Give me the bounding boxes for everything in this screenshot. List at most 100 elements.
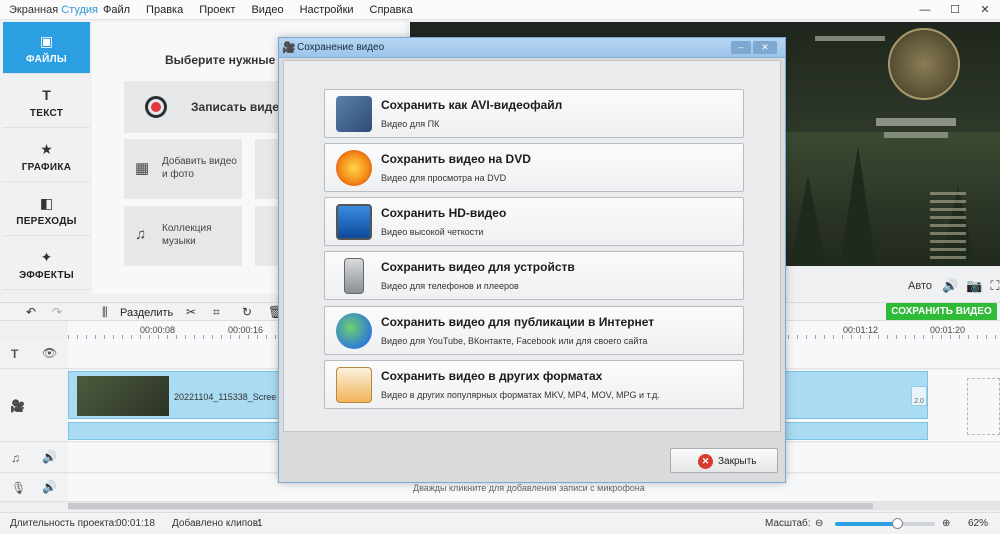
- rotate-icon[interactable]: ↻: [242, 305, 252, 319]
- clip-thumbnail: [77, 376, 169, 416]
- duration-label: Длительность проекта:: [10, 518, 117, 529]
- tab-graphics[interactable]: ★ ГРАФИКА: [3, 130, 90, 182]
- zoom-slider[interactable]: [835, 518, 935, 529]
- option-title: Сохранить видео для устройств: [381, 260, 575, 274]
- save-dvd-option[interactable]: Сохранить видео на DVD Видео для просмот…: [324, 143, 744, 192]
- tab-effects[interactable]: ✦ ЭФФЕКТЫ: [3, 238, 90, 290]
- close-x-icon: ✕: [698, 454, 713, 469]
- dialog-close-icon[interactable]: ✕: [753, 41, 777, 54]
- zoom-in-icon[interactable]: ⊕: [942, 518, 950, 529]
- save-hd-option[interactable]: Сохранить HD-видео Видео высокой четкост…: [324, 197, 744, 246]
- globe-icon: [336, 313, 372, 349]
- clips-label: Добавлено клипов:: [172, 518, 261, 529]
- save-avi-option[interactable]: Сохранить как AVI-видеофайл Видео для ПК: [324, 89, 744, 138]
- close-window-button[interactable]: ✕: [970, 0, 1000, 20]
- magic-wand-icon: ✦: [40, 249, 53, 265]
- camera-icon[interactable]: 📷: [966, 278, 982, 294]
- music-track-header: ♫ 🔊: [0, 443, 68, 473]
- split-icon[interactable]: ⫼: [102, 305, 108, 320]
- save-devices-option[interactable]: Сохранить видео для устройств Видео для …: [324, 251, 744, 300]
- undo-icon[interactable]: ↶: [26, 305, 36, 319]
- clip-drop-zone[interactable]: [967, 378, 1000, 435]
- zoom-slider-knob[interactable]: [892, 518, 903, 529]
- dialog-body: Сохранить как AVI-видеофайл Видео для ПК…: [283, 60, 781, 432]
- crop-icon[interactable]: ⌗: [213, 305, 220, 320]
- app-title: Экранная Студия: [9, 4, 98, 16]
- tab-files-label: ФАЙЛЫ: [25, 54, 67, 65]
- add-video-photo-button[interactable]: ▦ Добавить видео и фото: [124, 139, 242, 199]
- music-collection-label: Коллекция музыки: [162, 223, 212, 247]
- option-title: Сохранить как AVI-видеофайл: [381, 98, 563, 112]
- zoom-out-icon[interactable]: ⊖: [815, 518, 823, 529]
- tab-transitions-label: ПЕРЕХОДЫ: [16, 216, 77, 227]
- game-hud-text: [815, 36, 885, 41]
- clips-value: 1: [257, 518, 263, 529]
- dvd-disc-icon: [336, 150, 372, 186]
- quality-auto-label[interactable]: Авто: [908, 280, 932, 292]
- option-subtitle: Видео для телефонов и плееров: [381, 281, 519, 291]
- split-button[interactable]: Разделить: [120, 307, 173, 319]
- video-camera-icon: 🎥: [10, 399, 25, 413]
- text-track-icon: T: [11, 347, 19, 361]
- tab-files[interactable]: ▣ ФАЙЛЫ: [3, 22, 90, 74]
- save-other-formats-option[interactable]: Сохранить видео в других форматах Видео …: [324, 360, 744, 409]
- dialog-title: Сохранение видео: [297, 42, 385, 53]
- menu-item-help[interactable]: Справка: [370, 4, 413, 16]
- star-icon: ★: [40, 141, 53, 157]
- fullscreen-icon[interactable]: ⛶: [990, 278, 999, 294]
- eye-icon[interactable]: 👁: [42, 346, 57, 360]
- film-icon: ▦: [135, 160, 150, 177]
- preview-tree: [840, 146, 876, 266]
- ruler-tick: 00:00:16: [228, 325, 264, 335]
- scale-label: Масштаб:: [765, 518, 811, 529]
- menu-item-file[interactable]: Файл: [103, 4, 130, 16]
- dialog-title-bar: 🎥 Сохранение видео – ✕: [279, 38, 785, 58]
- image-icon: ▣: [39, 33, 54, 49]
- app-title-brand: Студия: [61, 4, 99, 16]
- music-note-icon: ♫: [11, 451, 20, 465]
- option-subtitle: Видео высокой четкости: [381, 227, 484, 237]
- dialog-close-button[interactable]: ✕ Закрыть: [670, 448, 778, 473]
- save-video-button[interactable]: СОХРАНИТЬ ВИДЕО: [886, 303, 997, 320]
- redo-icon[interactable]: ↷: [52, 305, 62, 319]
- option-title: Сохранить видео на DVD: [381, 152, 531, 166]
- clip-end-marker[interactable]: 2.0: [911, 386, 927, 406]
- preview-tree: [790, 176, 826, 266]
- app-title-main: Экранная: [9, 4, 59, 16]
- menu-item-edit[interactable]: Правка: [146, 4, 183, 16]
- tab-text[interactable]: T ТЕКСТ: [3, 76, 90, 128]
- tab-transitions[interactable]: ◧ ПЕРЕХОДЫ: [3, 184, 90, 236]
- menu-item-settings[interactable]: Настройки: [300, 4, 354, 16]
- clip-name: 20221104_115338_Scree: [174, 392, 277, 402]
- status-bar: Длительность проекта: 00:01:18 Добавлено…: [0, 512, 1000, 534]
- dialog-close-label: Закрыть: [718, 456, 757, 467]
- duration-value: 00:01:18: [116, 518, 155, 529]
- option-title: Сохранить видео в других форматах: [381, 369, 603, 383]
- minimize-button[interactable]: —: [910, 0, 940, 20]
- window-controls: — ☐ ✕: [910, 0, 1000, 20]
- volume-icon[interactable]: 🔊: [42, 480, 57, 494]
- game-hud-list: [930, 192, 966, 262]
- microphone-icon: 🎙: [11, 481, 27, 495]
- tab-graphics-label: ГРАФИКА: [21, 162, 72, 173]
- option-title: Сохранить видео для публикации в Интерне…: [381, 315, 655, 329]
- maximize-button[interactable]: ☐: [940, 0, 970, 20]
- panel-heading: Выберите нужные д: [165, 53, 287, 67]
- scissors-icon[interactable]: ✂: [186, 305, 196, 319]
- option-subtitle: Видео для YouTube, ВКонтакте, Facebook и…: [381, 336, 648, 346]
- mic-track-hint: Дважды кликните для добавления записи с …: [413, 483, 645, 493]
- video-track-header: 🎥: [0, 370, 68, 442]
- volume-icon[interactable]: 🔊: [942, 278, 958, 294]
- film-music-icon: [336, 96, 372, 132]
- save-internet-option[interactable]: Сохранить видео для публикации в Интерне…: [324, 306, 744, 355]
- timeline-scrollbar-thumb[interactable]: [68, 503, 873, 509]
- volume-icon[interactable]: 🔊: [42, 450, 57, 464]
- music-collection-button[interactable]: ♫ Коллекция музыки: [124, 206, 242, 266]
- menu-item-project[interactable]: Проект: [199, 4, 235, 16]
- dialog-minimize-button[interactable]: –: [731, 41, 751, 54]
- left-tab-bar: ▣ ФАЙЛЫ T ТЕКСТ ★ ГРАФИКА ◧ ПЕРЕХОДЫ ✦ Э…: [3, 22, 91, 294]
- text-icon: T: [42, 87, 51, 103]
- timeline-scrollbar[interactable]: [68, 502, 1000, 510]
- transitions-icon: ◧: [39, 195, 54, 211]
- menu-item-video[interactable]: Видео: [251, 4, 283, 16]
